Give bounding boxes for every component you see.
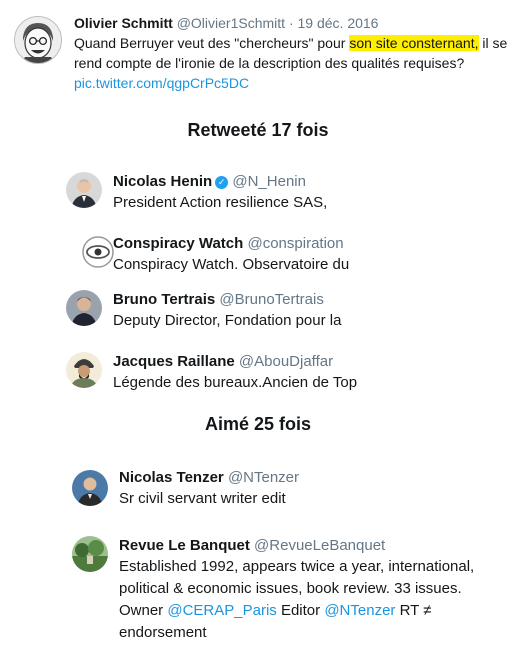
user-name[interactable]: Revue Le Banquet (119, 537, 250, 554)
user-bio: President Action resilience SAS, (113, 194, 328, 211)
avatar[interactable] (14, 16, 62, 64)
user-handle[interactable]: @RevueLeBanquet (254, 537, 385, 554)
retweets-heading: Retweeté 17 fois (187, 120, 329, 140)
mention-link[interactable]: @CERAP_Paris (167, 602, 276, 619)
avatar[interactable] (66, 352, 102, 388)
user-handle[interactable]: @N_Henin (232, 173, 306, 190)
author-name[interactable]: Olivier Schmitt (74, 15, 173, 31)
tweet-text: Quand Berruyer veut des "chercheurs" pou… (74, 33, 510, 73)
verified-badge-icon: ✓ (215, 176, 229, 189)
tweet-date[interactable]: 19 déc. 2016 (298, 15, 379, 31)
user-bio: Sr civil servant writer edit (119, 490, 286, 507)
user-info: Nicolas Henin ✓ @N_Henin President Action… (113, 172, 508, 214)
mention-link[interactable]: @NTenzer (324, 602, 395, 619)
turban-figure-icon (66, 352, 102, 388)
user-info: Revue Le Banquet @RevueLeBanquet Establi… (119, 536, 514, 644)
eye-logo-icon (80, 234, 116, 270)
user-info: Nicolas Tenzer @NTenzer Sr civil servant… (119, 468, 514, 510)
user-handle[interactable]: @NTenzer (228, 469, 299, 486)
avatar[interactable] (66, 172, 102, 208)
user-handle[interactable]: @conspiration (247, 235, 343, 252)
user-handle[interactable]: @BrunoTertrais (219, 291, 323, 308)
person-photo-icon (66, 290, 102, 326)
avatar[interactable] (80, 234, 116, 270)
highlighted-text: son site consternant, (349, 35, 479, 51)
user-bio: Conspiracy Watch. Observatoire du (113, 256, 350, 273)
user-name[interactable]: Jacques Raillane (113, 353, 235, 370)
user-bio: Légende des bureaux.Ancien de Top (113, 374, 358, 391)
avatar[interactable] (66, 290, 102, 326)
user-info: Conspiracy Watch @conspiration Conspirac… (113, 234, 508, 276)
user-name[interactable]: Bruno Tertrais (113, 291, 215, 308)
cartoon-face-icon (15, 17, 61, 63)
media-link[interactable]: pic.twitter.com/qgpCrPc5DC (74, 73, 510, 93)
user-name[interactable]: Nicolas Henin (113, 173, 212, 190)
user-info: Bruno Tertrais @BrunoTertrais Deputy Dir… (113, 290, 508, 332)
landscape-photo-icon (72, 536, 108, 572)
bio-text: Editor (276, 602, 325, 619)
user-bio: Deputy Director, Fondation pour la (113, 312, 342, 329)
tweet-header: Olivier Schmitt @Olivier1Schmitt · 19 dé… (74, 14, 510, 32)
avatar[interactable] (72, 536, 108, 572)
separator: · (288, 15, 294, 31)
tweet-text-start: Quand Berruyer veut des "chercheurs" pou… (74, 35, 350, 51)
user-name[interactable]: Nicolas Tenzer (119, 469, 224, 486)
person-photo-icon (72, 470, 108, 506)
user-handle[interactable]: @AbouDjaffar (239, 353, 333, 370)
person-photo-icon (66, 172, 102, 208)
avatar[interactable] (72, 470, 108, 506)
user-info: Jacques Raillane @AbouDjaffar Légende de… (113, 352, 508, 394)
author-handle[interactable]: @Olivier1Schmitt (177, 15, 285, 31)
likes-heading: Aimé 25 fois (204, 414, 312, 434)
user-name[interactable]: Conspiracy Watch (113, 235, 243, 252)
user-bio: Established 1992, appears twice a year, … (119, 556, 509, 644)
